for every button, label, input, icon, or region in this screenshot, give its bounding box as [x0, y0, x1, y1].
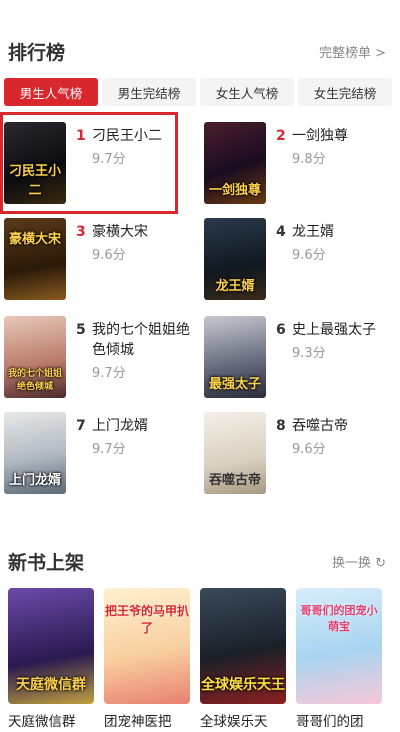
book-score: 9.3分 — [292, 346, 326, 361]
book-title: 全球娱乐天 — [200, 714, 268, 730]
rank-number: 4 — [276, 224, 286, 240]
book-score: 9.6分 — [92, 248, 126, 263]
book-cover: 把王爷的马甲扒了 — [104, 588, 190, 704]
book-score: 9.8分 — [292, 152, 326, 167]
rank-book-item[interactable]: 我的七个姐姐绝色倾城 5 我的七个姐姐绝色倾城 9.7分 — [4, 316, 190, 404]
rank-book-item[interactable]: 最强太子 6 史上最强太子 9.3分 — [204, 316, 384, 404]
book-title: 龙王婿 — [292, 224, 334, 240]
new-book-item[interactable]: 哥哥们的团宠小萌宝 哥哥们的团 — [296, 588, 382, 730]
rank-book-item[interactable]: 豪横大宋 3 豪横大宋 9.6分 — [4, 218, 184, 306]
ranking-header: 排行榜 完整榜单 > — [0, 34, 400, 74]
tab-male-popular[interactable]: 男生人气榜 — [4, 78, 98, 106]
book-score: 9.6分 — [292, 248, 326, 263]
rank-number: 3 — [76, 224, 86, 240]
book-title: 一剑独尊 — [292, 128, 348, 144]
rank-number: 5 — [76, 322, 86, 338]
rank-number: 8 — [276, 418, 286, 434]
book-cover: 吞噬古帝 — [204, 412, 266, 494]
tab-female-popular[interactable]: 女生人气榜 — [200, 78, 294, 106]
book-cover: 天庭微信群 — [8, 588, 94, 704]
refresh-label: 换一换 — [331, 556, 371, 571]
rank-number: 2 — [276, 128, 286, 144]
book-title: 团宠神医把 — [104, 714, 172, 730]
rank-book-item[interactable]: 上门龙婿 7 上门龙婿 9.7分 — [4, 412, 184, 500]
tab-female-finished[interactable]: 女生完结榜 — [298, 78, 392, 106]
full-ranking-link[interactable]: 完整榜单 > — [319, 42, 386, 61]
book-score: 9.7分 — [92, 442, 126, 457]
book-cover: 上门龙婿 — [4, 412, 66, 494]
rank-book-item[interactable]: 龙王婿 4 龙王婿 9.6分 — [204, 218, 384, 306]
book-cover: 全球娱乐天王 — [200, 588, 286, 704]
book-title: 豪横大宋 — [92, 224, 148, 240]
refresh-button[interactable]: 换一换 ↻ — [332, 552, 386, 571]
book-title: 我的七个姐姐绝色倾城 — [92, 322, 190, 358]
new-book-item[interactable]: 把王爷的马甲扒了 团宠神医把 — [104, 588, 190, 730]
book-cover: 我的七个姐姐绝色倾城 — [4, 316, 66, 398]
rank-book-item[interactable]: 一剑独尊 2 一剑独尊 9.8分 — [204, 122, 384, 210]
highlight-frame — [0, 112, 178, 214]
book-title: 哥哥们的团 — [296, 714, 364, 730]
ranking-tabs: 男生人气榜 男生完结榜 女生人气榜 女生完结榜 — [4, 78, 392, 108]
refresh-icon: ↻ — [375, 556, 386, 571]
book-cover: 一剑独尊 — [204, 122, 266, 204]
book-cover: 龙王婿 — [204, 218, 266, 300]
rank-book-item[interactable]: 吞噬古帝 8 吞噬古帝 9.6分 — [204, 412, 384, 500]
book-score: 9.6分 — [292, 442, 326, 457]
book-title: 上门龙婿 — [92, 418, 148, 434]
book-cover: 最强太子 — [204, 316, 266, 398]
book-score: 9.7分 — [92, 366, 126, 381]
new-books-header: 新书上架 换一换 ↻ — [0, 544, 400, 584]
new-book-item[interactable]: 全球娱乐天王 全球娱乐天 — [200, 588, 286, 730]
book-cover: 豪横大宋 — [4, 218, 66, 300]
ranking-title: 排行榜 — [8, 42, 66, 64]
book-title: 吞噬古帝 — [292, 418, 348, 434]
tab-male-finished[interactable]: 男生完结榜 — [102, 78, 196, 106]
rank-number: 7 — [76, 418, 86, 434]
book-title: 史上最强太子 — [292, 322, 376, 338]
book-cover: 哥哥们的团宠小萌宝 — [296, 588, 382, 704]
book-title: 天庭微信群 — [8, 714, 76, 730]
rank-number: 6 — [276, 322, 286, 338]
new-books-title: 新书上架 — [8, 552, 85, 574]
new-book-item[interactable]: 天庭微信群 天庭微信群 — [8, 588, 94, 730]
